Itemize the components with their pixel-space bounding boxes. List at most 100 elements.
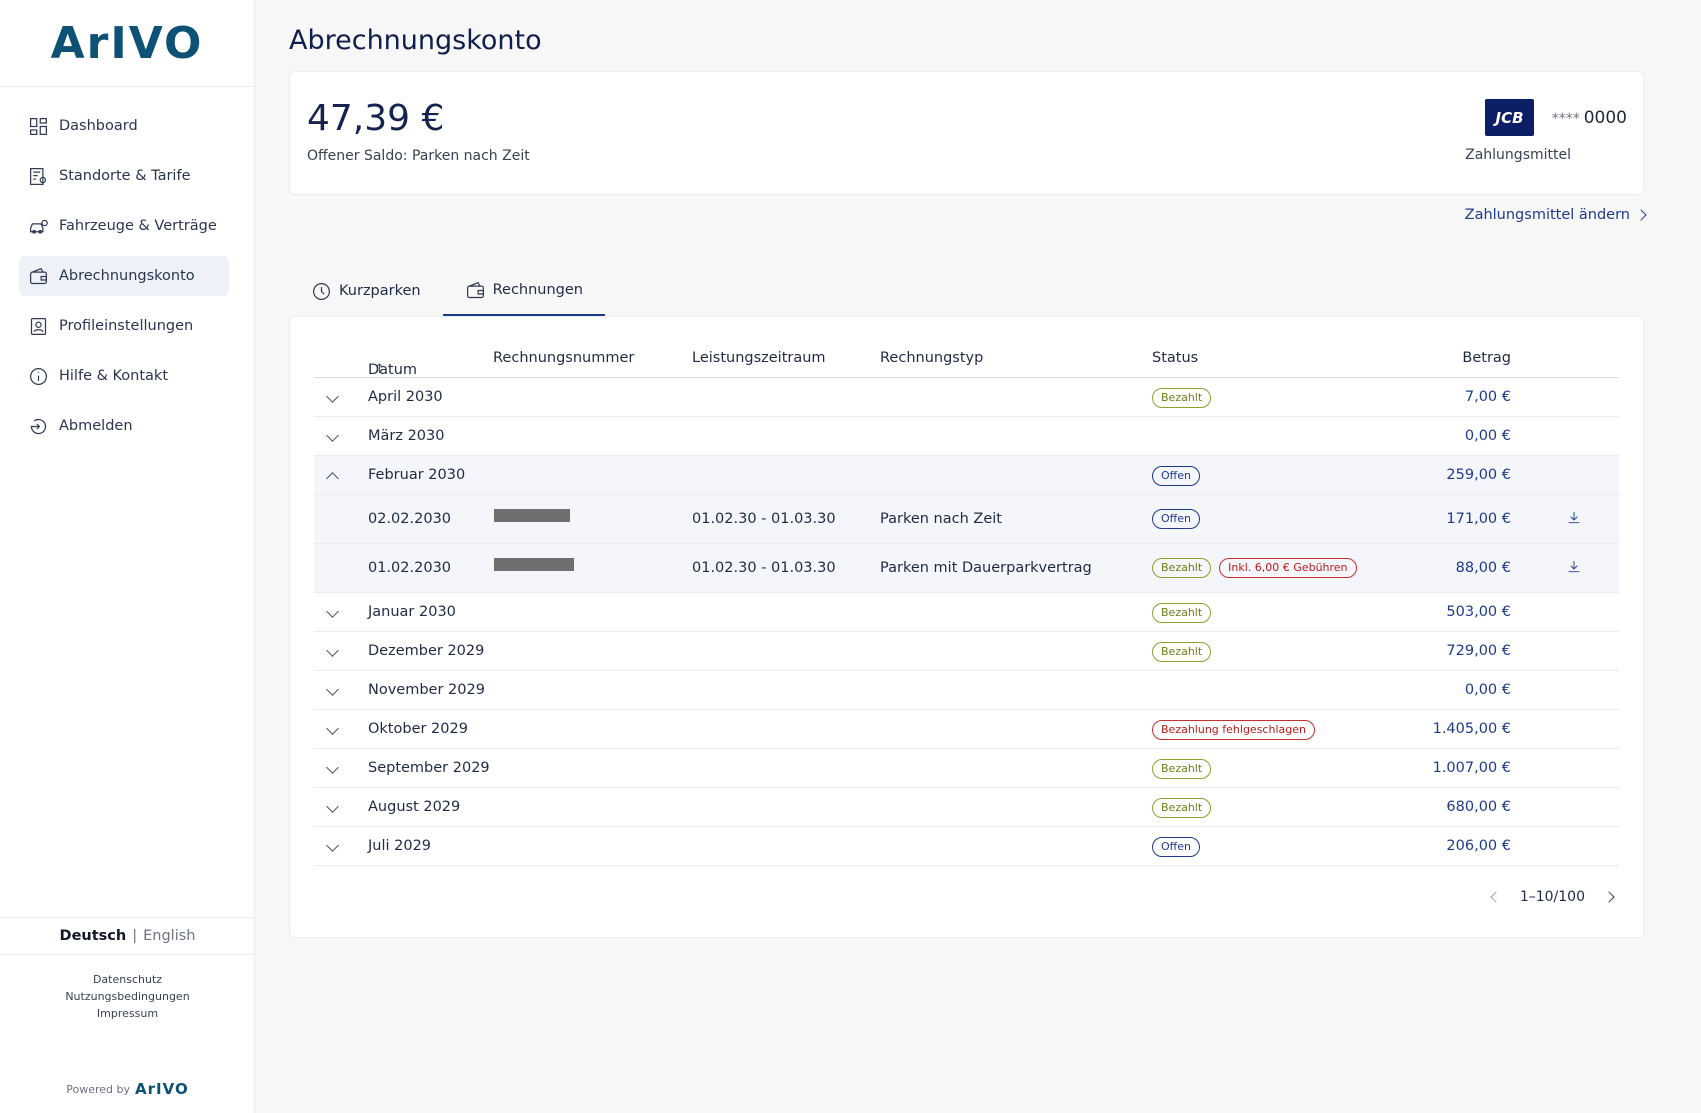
invoice-amount: 88,00 € bbox=[1455, 560, 1511, 576]
row-month: Oktober 2029 bbox=[368, 721, 468, 737]
balance-card: 47,39 € Offener Saldo: Parken nach Zeit … bbox=[289, 71, 1644, 195]
status-badge: Bezahlt bbox=[1152, 388, 1212, 408]
row-amount: 7,00 € bbox=[1464, 389, 1511, 405]
download-icon[interactable] bbox=[1566, 559, 1582, 575]
status-cell: Bezahlt Inkl. 6,00 € Gebühren bbox=[1152, 558, 1357, 578]
table-row[interactable]: November 2029 0,00 € bbox=[314, 671, 1619, 710]
powered-by: Powered by ArIVO bbox=[0, 1080, 255, 1098]
row-amount: 729,00 € bbox=[1446, 643, 1511, 659]
table-row[interactable]: Januar 2030 Bezahlt 503,00 € bbox=[314, 593, 1619, 632]
logout-icon bbox=[27, 415, 49, 437]
table-header: Datum ↑ Rechnungsnummer Leistungszeitraum… bbox=[314, 338, 1619, 378]
nav-item-dashboard[interactable]: Dashboard bbox=[19, 106, 229, 146]
pagination-range: 1–10/100 bbox=[1519, 889, 1585, 905]
invoice-date: 02.02.2030 bbox=[368, 511, 452, 527]
nav-item-profile[interactable]: Profileinstellungen bbox=[19, 306, 229, 346]
chevron-right-icon[interactable] bbox=[1603, 891, 1615, 903]
main-nav: Dashboard Standorte & Tarife Fahrzeuge &… bbox=[0, 87, 254, 446]
status-cell: Offen bbox=[1152, 466, 1200, 486]
card-brand-logo: JCB bbox=[1485, 99, 1534, 136]
logo[interactable]: ArIVO bbox=[0, 0, 254, 87]
chevron-left-icon[interactable] bbox=[1490, 891, 1502, 903]
fee-badge: Inkl. 6,00 € Gebühren bbox=[1219, 558, 1357, 578]
nav-item-help[interactable]: Hilfe & Kontakt bbox=[19, 356, 229, 396]
status-badge: Bezahlt bbox=[1152, 759, 1212, 779]
row-amount: 503,00 € bbox=[1446, 604, 1511, 620]
chevron-down-icon[interactable] bbox=[326, 390, 339, 403]
chevron-down-icon[interactable] bbox=[326, 800, 339, 813]
nav-item-label: Abmelden bbox=[59, 418, 133, 434]
invoice-period: 01.02.30 - 01.03.30 bbox=[692, 560, 836, 576]
table-row[interactable]: April 2030 Bezahlt 7,00 € bbox=[314, 378, 1619, 417]
row-month: Juli 2029 bbox=[368, 838, 432, 854]
nav-item-label: Abrechnungskonto bbox=[59, 268, 195, 284]
row-month: August 2029 bbox=[368, 799, 461, 815]
download-icon[interactable] bbox=[1566, 510, 1582, 526]
chevron-down-icon[interactable] bbox=[326, 839, 339, 852]
row-month: Dezember 2029 bbox=[368, 643, 485, 659]
chevron-up-icon[interactable] bbox=[326, 472, 339, 485]
status-cell: Bezahlt bbox=[1152, 798, 1212, 818]
chevron-down-icon[interactable] bbox=[326, 722, 339, 735]
chevron-down-icon[interactable] bbox=[326, 683, 339, 696]
tab-rechnungen[interactable]: Rechnungen bbox=[442, 266, 605, 316]
nav-item-label: Standorte & Tarife bbox=[59, 168, 191, 184]
change-payment-link[interactable]: Zahlungsmittel ändern bbox=[1465, 207, 1647, 223]
table-row[interactable]: Februar 2030 Offen 259,00 € bbox=[314, 456, 1619, 495]
nav-item-billing[interactable]: Abrechnungskonto bbox=[19, 256, 229, 296]
legal-links: Datenschutz Nutzungsbedingungen Impressu… bbox=[0, 971, 255, 1022]
invoice-amount: 171,00 € bbox=[1446, 511, 1511, 527]
status-cell: Bezahlt bbox=[1152, 642, 1212, 662]
car-gear-icon bbox=[27, 215, 49, 237]
chevron-down-icon[interactable] bbox=[326, 429, 339, 442]
table-row[interactable]: Dezember 2029 Bezahlt 729,00 € bbox=[314, 632, 1619, 671]
status-badge: Bezahlt bbox=[1152, 642, 1212, 662]
invoice-type: Parken nach Zeit bbox=[880, 511, 1002, 527]
invoice-period: 01.02.30 - 01.03.30 bbox=[692, 511, 836, 527]
table-row[interactable]: März 2030 0,00 € bbox=[314, 417, 1619, 456]
chevron-down-icon[interactable] bbox=[326, 761, 339, 774]
table-row[interactable]: August 2029 Bezahlt 680,00 € bbox=[314, 788, 1619, 827]
row-amount: 206,00 € bbox=[1446, 838, 1511, 854]
card-number: **** 0000 bbox=[1552, 108, 1627, 128]
status-cell: Bezahlt bbox=[1152, 388, 1212, 408]
status-badge: Offen bbox=[1152, 837, 1200, 857]
invoice-type: Parken mit Dauerparkvertrag bbox=[880, 560, 1092, 576]
privacy-link[interactable]: Datenschutz bbox=[0, 971, 255, 988]
status-cell: Bezahlt bbox=[1152, 603, 1212, 623]
chevron-down-icon[interactable] bbox=[326, 644, 339, 657]
chevron-down-icon[interactable] bbox=[326, 605, 339, 618]
nav-item-logout[interactable]: Abmelden bbox=[19, 406, 229, 446]
row-month: September 2029 bbox=[368, 760, 490, 776]
status-badge: Bezahlung fehlgeschlagen bbox=[1152, 720, 1315, 740]
language-switcher: Deutsch | English bbox=[0, 917, 255, 955]
sidebar: ArIVO Dashboard Standorte & Tarife Fahrz… bbox=[0, 0, 255, 1113]
header-status: Status bbox=[1152, 350, 1199, 366]
invoice-table-card: Datum ↑ Rechnungsnummer Leistungszeitraum… bbox=[289, 316, 1644, 938]
invoice-date: 01.02.2030 bbox=[368, 560, 452, 576]
dashboard-icon bbox=[27, 115, 49, 137]
lang-de[interactable]: Deutsch bbox=[60, 928, 127, 944]
status-badge: Bezahlt bbox=[1152, 798, 1212, 818]
status-cell: Bezahlt bbox=[1152, 759, 1212, 779]
row-month: März 2030 bbox=[368, 428, 445, 444]
lang-en[interactable]: English bbox=[143, 928, 195, 944]
tab-kurzparken[interactable]: Kurzparken bbox=[289, 266, 443, 316]
imprint-link[interactable]: Impressum bbox=[0, 1005, 255, 1022]
nav-item-vehicles[interactable]: Fahrzeuge & Verträge bbox=[19, 206, 229, 246]
profile-icon bbox=[27, 315, 49, 337]
row-amount: 0,00 € bbox=[1464, 682, 1511, 698]
clock-icon bbox=[313, 282, 330, 300]
row-month: Februar 2030 bbox=[368, 467, 466, 483]
terms-link[interactable]: Nutzungsbedingungen bbox=[0, 988, 255, 1005]
table-row[interactable]: Juli 2029 Offen 206,00 € bbox=[314, 827, 1619, 866]
invoice-row[interactable]: 02.02.2030 01.02.30 - 01.03.30 Parken na… bbox=[314, 495, 1619, 544]
nav-item-locations[interactable]: Standorte & Tarife bbox=[19, 156, 229, 196]
nav-item-label: Dashboard bbox=[59, 118, 138, 134]
invoice-row[interactable]: 01.02.2030 01.02.30 - 01.03.30 Parken mi… bbox=[314, 544, 1619, 593]
header-amount: Betrag bbox=[1462, 350, 1511, 366]
card-mask: **** bbox=[1551, 111, 1580, 127]
table-row[interactable]: Oktober 2029 Bezahlung fehlgeschlagen 1.… bbox=[314, 710, 1619, 749]
info-icon bbox=[27, 365, 49, 387]
table-row[interactable]: September 2029 Bezahlt 1.007,00 € bbox=[314, 749, 1619, 788]
